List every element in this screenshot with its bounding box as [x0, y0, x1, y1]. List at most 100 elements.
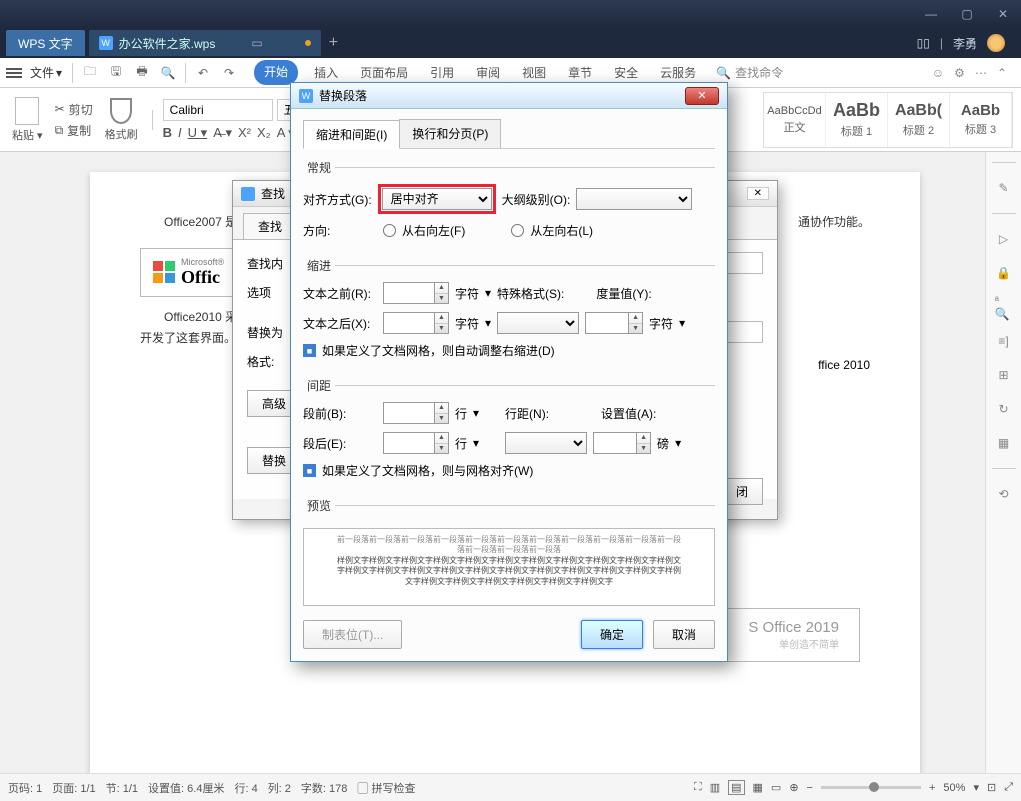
user-name[interactable]: 李勇: [953, 35, 977, 52]
search-command[interactable]: 🔍 查找命令: [716, 64, 783, 81]
fit-width-icon[interactable]: ⊡: [987, 781, 996, 794]
style-gallery[interactable]: AaBbCcDd正文 AaBb标题 1 AaBb(标题 2 AaBb标题 3: [763, 92, 1013, 148]
refresh-icon[interactable]: ↻: [995, 400, 1013, 418]
status-page-num[interactable]: 页码: 1: [8, 780, 42, 796]
find-tab[interactable]: 查找: [243, 213, 297, 239]
indent-after-spinner[interactable]: ▲▼: [435, 312, 449, 334]
format-painter[interactable]: 格式刷: [101, 98, 142, 142]
zoom-in-button[interactable]: +: [929, 782, 935, 794]
open-icon[interactable]: 🗀: [79, 62, 101, 84]
view-page-icon[interactable]: ▤: [728, 780, 744, 795]
style-h2[interactable]: AaBb(标题 2: [888, 93, 950, 147]
add-tab-button[interactable]: +: [321, 34, 346, 52]
italic-button[interactable]: I: [178, 125, 182, 140]
menu-icon[interactable]: [6, 68, 22, 78]
style-h1[interactable]: AaBb标题 1: [826, 93, 888, 147]
status-words[interactable]: 字数: 178: [301, 780, 347, 796]
zoom-level[interactable]: 50%: [943, 782, 965, 794]
undo-icon[interactable]: ↶: [192, 62, 214, 84]
view-fullscreen-icon[interactable]: ⛶: [694, 781, 702, 794]
zoom-dropdown[interactable]: ▾: [973, 781, 979, 794]
zoom-target-icon[interactable]: ⊕: [789, 781, 798, 794]
preview-icon[interactable]: 🔍: [157, 62, 179, 84]
rtl-radio[interactable]: [383, 224, 396, 237]
tab-window-icon: ▭: [251, 36, 262, 50]
alignment-select[interactable]: 居中对齐: [382, 188, 492, 210]
superscript-button[interactable]: X²: [238, 125, 251, 140]
gear-icon[interactable]: ⚙: [954, 66, 965, 80]
avatar[interactable]: [987, 34, 1005, 52]
strike-button[interactable]: A̶ ▾: [213, 125, 232, 141]
print-icon[interactable]: 🖶: [131, 62, 153, 84]
status-set[interactable]: 设置值: 6.4厘米: [148, 780, 224, 796]
line-page-break-tab[interactable]: 换行和分页(P): [399, 119, 501, 148]
lock-icon[interactable]: 🔒: [995, 264, 1013, 282]
clipboard-sidebar-icon[interactable]: ▦: [995, 434, 1013, 452]
window-maximize[interactable]: ▢: [949, 0, 985, 28]
ok-button[interactable]: 确定: [581, 620, 643, 649]
view-read-icon[interactable]: ▭: [771, 781, 781, 794]
subscript-button[interactable]: X₂: [257, 125, 271, 140]
document-tabbar: WPS 文字 W 办公软件之家.wps ▭ + ▯▯ | 李勇: [0, 28, 1021, 58]
underline-button[interactable]: U ▾: [188, 125, 208, 141]
share-icon[interactable]: ⟲: [995, 485, 1013, 503]
cancel-button[interactable]: 取消: [653, 620, 715, 649]
outline-level-select[interactable]: [576, 188, 692, 210]
space-after-input[interactable]: [383, 432, 435, 454]
select-icon[interactable]: ▷: [995, 230, 1013, 248]
doc-icon: W: [99, 36, 113, 50]
indent-after-input[interactable]: [383, 312, 435, 334]
status-spell[interactable]: ▢ 拼写检查: [357, 780, 415, 796]
space-before-spinner[interactable]: ▲▼: [435, 402, 449, 424]
line-spacing-select[interactable]: [505, 432, 587, 454]
status-page[interactable]: 页面: 1/1: [52, 780, 95, 796]
indent-spacing-tab[interactable]: 缩进和间距(I): [303, 120, 400, 149]
special-indent-select[interactable]: [497, 312, 579, 334]
indent-before-input[interactable]: [383, 282, 435, 304]
paste-group[interactable]: 粘贴 ▾: [8, 97, 47, 143]
document-tab[interactable]: W 办公软件之家.wps ▭: [89, 30, 321, 56]
style-normal[interactable]: AaBbCcDd正文: [764, 93, 826, 147]
status-row[interactable]: 行: 4: [234, 780, 257, 796]
smile-icon[interactable]: ☺: [932, 66, 944, 80]
view-web-icon[interactable]: ▦: [753, 781, 763, 794]
tabs-button[interactable]: 制表位(T)...: [303, 620, 402, 649]
ltr-radio[interactable]: [511, 224, 524, 237]
list-icon[interactable]: ≡]: [995, 332, 1013, 350]
cut-icon[interactable]: ✂: [55, 102, 65, 116]
pencil-icon[interactable]: ✎: [995, 179, 1013, 197]
window-close[interactable]: ✕: [985, 0, 1021, 28]
view-outline-icon[interactable]: ▥: [710, 781, 720, 794]
find-dialog-close[interactable]: ✕: [747, 187, 769, 200]
measure-input[interactable]: [585, 312, 629, 334]
space-after-spinner[interactable]: ▲▼: [435, 432, 449, 454]
app-tab[interactable]: WPS 文字: [6, 30, 85, 56]
status-section[interactable]: 节: 1/1: [106, 780, 138, 796]
font-family-input[interactable]: [163, 99, 273, 121]
grid-icon[interactable]: ⊞: [995, 366, 1013, 384]
layout-icon[interactable]: ▯▯: [917, 36, 930, 50]
set-value-input[interactable]: [593, 432, 637, 454]
file-menu[interactable]: 文件▾: [26, 64, 66, 81]
space-before-input[interactable]: [383, 402, 435, 424]
measure-spinner[interactable]: ▲▼: [629, 312, 643, 334]
zoom-slider[interactable]: [821, 786, 921, 789]
auto-adjust-checkbox[interactable]: ■: [303, 344, 316, 357]
char-icon[interactable]: ᵃ🔍: [995, 298, 1013, 316]
status-col[interactable]: 列: 2: [268, 780, 291, 796]
more-icon[interactable]: ⋯: [975, 66, 987, 80]
zoom-out-button[interactable]: −: [807, 782, 813, 794]
redo-icon[interactable]: ↷: [218, 62, 240, 84]
snap-to-grid-checkbox[interactable]: ■: [303, 464, 316, 477]
style-h3[interactable]: AaBb标题 3: [950, 93, 1012, 147]
expand-icon[interactable]: ⤢: [1004, 781, 1013, 794]
collapse-ribbon-icon[interactable]: ⌃: [997, 66, 1007, 80]
para-dialog-close[interactable]: ✕: [685, 87, 719, 105]
window-minimize[interactable]: —: [913, 0, 949, 28]
para-dialog-titlebar[interactable]: W 替换段落 ✕: [291, 83, 727, 109]
copy-icon[interactable]: ⧉: [55, 123, 64, 138]
bold-button[interactable]: B: [163, 125, 172, 140]
set-value-spinner[interactable]: ▲▼: [637, 432, 651, 454]
indent-before-spinner[interactable]: ▲▼: [435, 282, 449, 304]
save-icon[interactable]: 🖫: [105, 62, 127, 84]
